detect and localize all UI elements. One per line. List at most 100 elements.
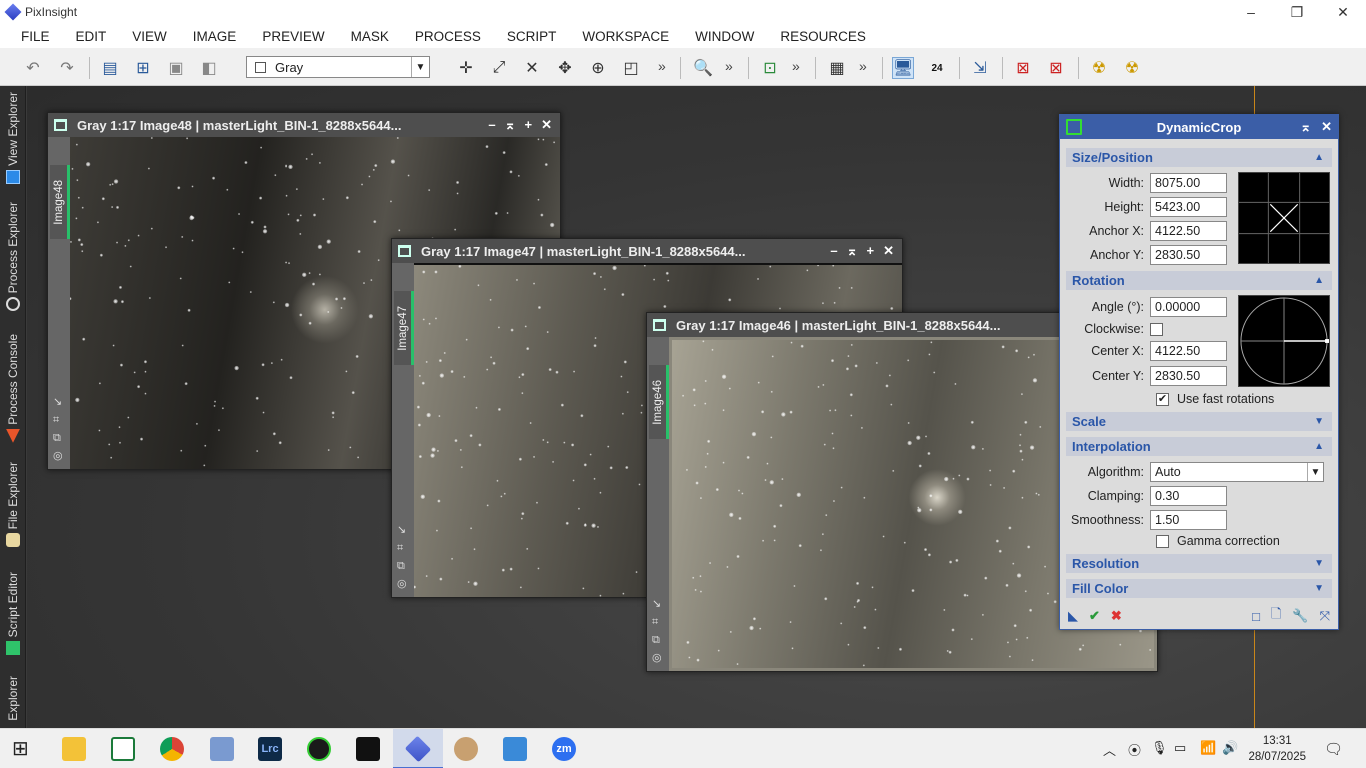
- fit-icon[interactable]: ⌗: [397, 541, 407, 555]
- copy-icon[interactable]: ⧉: [53, 431, 63, 445]
- reset-screen-transfer-icon[interactable]: ⇲: [969, 57, 991, 79]
- wrench-icon[interactable]: 🔧: [1292, 608, 1308, 624]
- chevron-down-icon[interactable]: ▼: [411, 57, 429, 77]
- lightroom-app-icon[interactable]: Lrc: [258, 737, 282, 761]
- anchor-selector[interactable]: [1238, 172, 1330, 264]
- mask-icon[interactable]: ▦: [826, 57, 848, 79]
- close-button[interactable]: ✕: [541, 117, 552, 133]
- panel-header[interactable]: DynamicCrop ⌅ ✕: [1060, 115, 1338, 139]
- image-tab[interactable]: Image47: [394, 291, 414, 365]
- toolbar-more-icon[interactable]: »: [792, 58, 800, 74]
- redo-icon[interactable]: ↷: [56, 57, 78, 79]
- color-space-select[interactable]: Gray ▼: [246, 56, 430, 78]
- restore-button[interactable]: ❐: [1274, 0, 1320, 24]
- section-size-position[interactable]: Size/Position ▲: [1066, 148, 1332, 167]
- paint-app-icon[interactable]: [454, 737, 478, 761]
- copy-icon[interactable]: ⧉: [652, 633, 662, 647]
- section-interpolation[interactable]: Interpolation ▲: [1066, 437, 1332, 456]
- dock-tab-view-explorer[interactable]: View Explorer: [0, 92, 26, 184]
- algorithm-select[interactable]: Auto ▼: [1150, 462, 1324, 482]
- image-window-header[interactable]: Gray 1:17 Image47 | masterLight_BIN-1_82…: [392, 239, 902, 263]
- collapse-icon[interactable]: ▲: [1314, 152, 1324, 163]
- document-icon[interactable]: 🗋: [1271, 605, 1281, 627]
- tray-camera-icon[interactable]: ⦿: [1128, 740, 1141, 759]
- reset-icon[interactable]: ⤧: [1320, 608, 1330, 624]
- dock-tab-process-explorer[interactable]: Process Explorer: [0, 202, 26, 312]
- rotation-dial[interactable]: [1238, 295, 1330, 387]
- new-instance-icon[interactable]: ◣: [1068, 608, 1078, 624]
- screen-transfer-icon[interactable]: 🖥: [892, 57, 914, 79]
- menu-view[interactable]: VIEW: [132, 29, 167, 44]
- close-preview-icon[interactable]: ⊠: [1012, 57, 1034, 79]
- pan-move-icon[interactable]: ✛: [455, 57, 477, 79]
- menu-file[interactable]: FILE: [21, 29, 50, 44]
- minimize-button[interactable]: –: [1228, 0, 1274, 24]
- zoom-icon[interactable]: 🔍: [692, 57, 714, 79]
- browse-docs-icon[interactable]: □: [1252, 609, 1260, 624]
- image-tab[interactable]: Image48: [50, 165, 70, 239]
- 24bit-lut-icon[interactable]: 24: [926, 57, 948, 79]
- angle-field[interactable]: 0.00000: [1150, 297, 1227, 317]
- collapse-icon[interactable]: ▲: [1314, 275, 1324, 286]
- expand-icon[interactable]: ▼: [1314, 416, 1324, 427]
- microphone-icon[interactable]: 🎙: [1151, 740, 1168, 756]
- menu-resources[interactable]: RESOURCES: [780, 29, 866, 44]
- expand-icon[interactable]: ▼: [1314, 583, 1324, 594]
- anchor-x-field[interactable]: 4122.50: [1150, 221, 1227, 241]
- target-icon[interactable]: ◎: [53, 449, 63, 463]
- battery-icon[interactable]: ▭: [1174, 740, 1186, 756]
- toolbar-more-icon[interactable]: »: [658, 58, 666, 74]
- phd-app-icon[interactable]: [307, 737, 331, 761]
- section-scale[interactable]: Scale ▼: [1066, 412, 1332, 431]
- section-fill-color[interactable]: Fill Color ▼: [1066, 579, 1332, 598]
- image-properties-icon[interactable]: ▤: [99, 57, 121, 79]
- maximize-button[interactable]: +: [867, 243, 875, 259]
- target-icon[interactable]: ◎: [652, 651, 662, 665]
- section-resolution[interactable]: Resolution ▼: [1066, 554, 1332, 573]
- dock-tab-process-console[interactable]: Process Console: [0, 334, 26, 443]
- execute-icon[interactable]: ✔: [1089, 608, 1100, 624]
- menu-edit[interactable]: EDIT: [76, 29, 107, 44]
- dock-tab-explorer[interactable]: Explorer: [0, 676, 26, 721]
- notifications-icon[interactable]: 🗨: [1324, 740, 1343, 758]
- chevron-down-icon[interactable]: ▼: [1307, 463, 1323, 481]
- menu-image[interactable]: IMAGE: [193, 29, 237, 44]
- move-arrows-icon[interactable]: ⊕: [587, 57, 609, 79]
- menu-workspace[interactable]: WORKSPACE: [582, 29, 669, 44]
- undo-icon[interactable]: ↶: [22, 57, 44, 79]
- smoothness-field[interactable]: 1.50: [1150, 510, 1227, 530]
- extract-image-icon[interactable]: ◧: [198, 57, 220, 79]
- image-window-header[interactable]: Gray 1:17 Image48 | masterLight_BIN-1_82…: [48, 113, 560, 137]
- fit-icon[interactable]: ⌗: [652, 615, 662, 629]
- center-x-field[interactable]: 4122.50: [1150, 341, 1227, 361]
- resize-icon[interactable]: ↘: [652, 597, 662, 611]
- zoom-fit-icon[interactable]: ✕: [521, 57, 543, 79]
- close-button[interactable]: ✕: [1320, 0, 1366, 24]
- shade-button[interactable]: ⌅: [505, 117, 516, 133]
- gamma-checkbox[interactable]: [1156, 534, 1169, 548]
- clockwise-checkbox[interactable]: [1150, 322, 1163, 336]
- close-button[interactable]: ✕: [883, 243, 894, 259]
- tray-chevron-icon[interactable]: ︿: [1103, 740, 1116, 759]
- clamping-field[interactable]: 0.30: [1150, 486, 1227, 506]
- shade-button[interactable]: ⌅: [847, 243, 858, 259]
- minimize-button[interactable]: –: [830, 243, 837, 259]
- anchor-y-field[interactable]: 2830.50: [1150, 245, 1227, 265]
- height-field[interactable]: 5423.00: [1150, 197, 1227, 217]
- sharpcap-app-icon[interactable]: [356, 737, 380, 761]
- section-rotation[interactable]: Rotation ▲: [1066, 271, 1332, 290]
- collapse-icon[interactable]: ▲: [1314, 441, 1324, 452]
- dynamic-crop-panel[interactable]: DynamicCrop ⌅ ✕ Size/Position ▲ Width: 807…: [1059, 114, 1339, 630]
- center-y-field[interactable]: 2830.50: [1150, 366, 1227, 386]
- expand-icon[interactable]: ▼: [1314, 558, 1324, 569]
- width-field[interactable]: 8075.00: [1150, 173, 1227, 193]
- menu-process[interactable]: PROCESS: [415, 29, 481, 44]
- resize-icon[interactable]: ↘: [397, 523, 407, 537]
- menu-window[interactable]: WINDOW: [695, 29, 754, 44]
- minimize-button[interactable]: –: [488, 117, 495, 133]
- cancel-icon[interactable]: ✖: [1111, 608, 1122, 624]
- close-button[interactable]: ✕: [1321, 119, 1332, 135]
- windows-start-icon[interactable]: ⊞: [12, 737, 36, 761]
- menu-mask[interactable]: MASK: [351, 29, 389, 44]
- chrome-app-icon[interactable]: [160, 737, 184, 761]
